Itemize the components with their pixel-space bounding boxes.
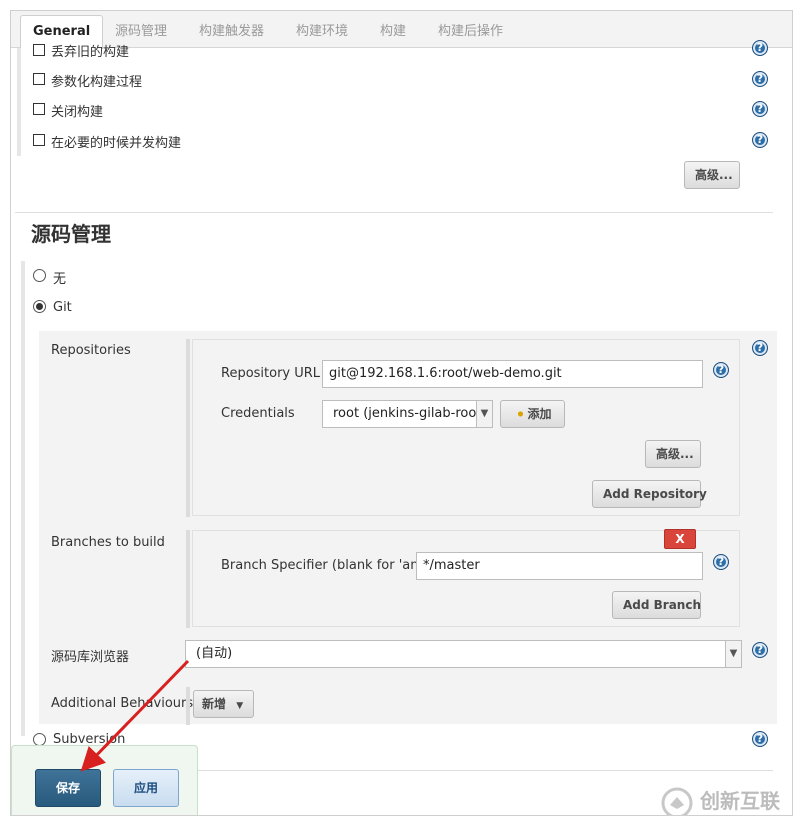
annotation-arrow: [80, 659, 190, 772]
jenkins-config-panel: General 源码管理 构建触发器 构建环境 构建 构建后操作 丢弃旧的构建 …: [10, 10, 793, 816]
